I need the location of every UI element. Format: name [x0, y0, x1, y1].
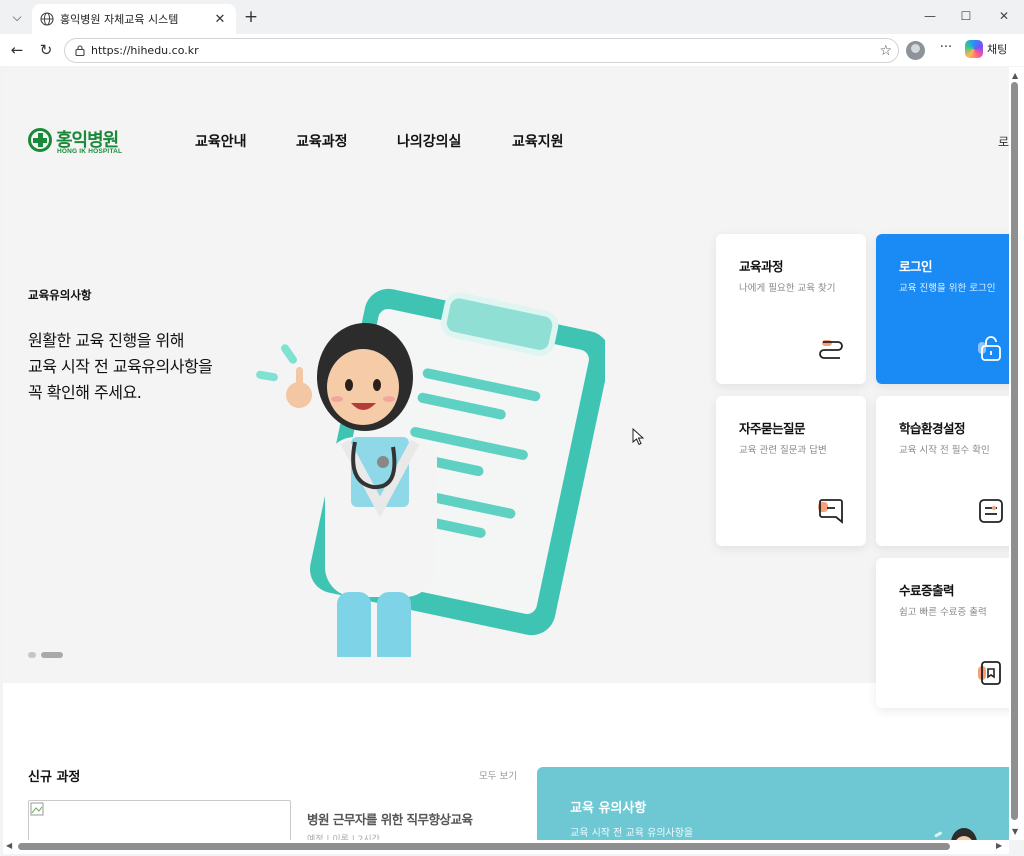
doctor-mini-illustration — [934, 828, 977, 840]
hospital-logo[interactable]: 홍익병원 HONG IK HOSPITAL — [28, 128, 130, 160]
hero-text-line: 꼭 확인해 주세요. — [28, 383, 142, 402]
nav-item-guide[interactable]: 교육안내 — [195, 131, 247, 151]
quick-card-certificate[interactable]: 수료증출력 쉽고 빠른 수료증 출력 — [876, 558, 1009, 708]
nav-item-login-truncated[interactable]: 로 — [998, 133, 1009, 150]
quick-card-title: 수료증출력 — [899, 583, 955, 598]
quick-card-title: 로그인 — [899, 259, 933, 274]
favorite-star-icon[interactable]: ☆ — [879, 43, 892, 59]
browser-toolbar: ← ↻ https://hihedu.co.kr ☆ ··· 채팅 — [0, 34, 1024, 66]
settings-icon — [979, 499, 1003, 523]
hero-kicker: 교육유의사항 — [28, 288, 92, 302]
web-page: 홍익병원 HONG IK HOSPITAL 교육안내 교육과정 나의강의실 교육… — [3, 67, 1009, 840]
globe-icon — [40, 12, 54, 26]
nav-item-support[interactable]: 교육지원 — [512, 131, 564, 151]
hero-text-line: 교육 시작 전 교육유의사항을 — [28, 357, 213, 376]
nav-item-courses[interactable]: 교육과정 — [296, 131, 348, 151]
quick-card-title: 교육과정 — [739, 259, 784, 274]
tab-title: 홍익병원 자체교육 시스템 — [60, 13, 179, 26]
quick-card-faq[interactable]: 자주묻는질문 교육 관련 질문과 답변 — [716, 396, 866, 546]
course-thumbnail[interactable] — [28, 800, 291, 840]
nav-item-my-classroom[interactable]: 나의강의실 — [397, 131, 461, 151]
logo-subtitle: HONG IK HOSPITAL — [57, 148, 123, 155]
course-icon — [819, 340, 843, 359]
scroll-up-arrow-icon[interactable]: ▲ — [1012, 71, 1018, 80]
quick-card-desc: 쉽고 빠른 수료증 출력 — [899, 607, 987, 618]
faq-icon — [818, 499, 843, 524]
browser-tab[interactable]: 홍익병원 자체교육 시스템 ✕ — [32, 4, 236, 34]
mouse-cursor-icon — [632, 428, 644, 446]
profile-avatar[interactable] — [906, 41, 925, 60]
quick-card-courses[interactable]: 교육과정 나에게 필요한 교육 찾기 — [716, 234, 866, 384]
scroll-right-arrow-icon[interactable]: ▶ — [996, 841, 1002, 850]
doctor-clipboard-illustration — [256, 288, 605, 657]
quick-card-title: 자주묻는질문 — [739, 421, 806, 436]
reload-icon[interactable]: ↻ — [35, 39, 57, 61]
quick-card-login[interactable]: 로그인 교육 진행을 위한 로그인 — [876, 234, 1009, 384]
broken-image-icon — [30, 802, 44, 816]
new-tab-plus-icon[interactable]: + — [240, 6, 262, 28]
new-courses-title: 신규 과정 — [28, 770, 81, 785]
tab-actions-chevron-icon[interactable]: ⌵ — [6, 6, 28, 28]
quick-card-desc: 교육 시작 전 필수 확인 — [899, 445, 990, 456]
address-bar[interactable]: https://hihedu.co.kr ☆ — [64, 38, 899, 63]
course-title[interactable]: 병원 근무자를 위한 직무향상교육 — [307, 809, 473, 828]
scroll-left-arrow-icon[interactable]: ◀ — [6, 841, 12, 850]
hero-text-line: 원활한 교육 진행을 위해 — [28, 331, 184, 350]
minimize-icon[interactable]: — — [916, 5, 944, 27]
quick-card-desc: 교육 진행을 위한 로그인 — [899, 283, 996, 294]
maximize-icon[interactable]: ☐ — [952, 5, 980, 27]
certificate-icon — [978, 661, 1001, 685]
quick-card-settings[interactable]: 학습환경설정 교육 시작 전 필수 확인 — [876, 396, 1009, 546]
slider-dot-active[interactable] — [41, 652, 63, 658]
close-tab-icon[interactable]: ✕ — [210, 9, 230, 29]
browser-tab-bar: ⌵ 홍익병원 자체교육 시스템 ✕ + — ☐ ✕ — [0, 0, 1024, 34]
view-all-link[interactable]: 모두 보기 — [479, 768, 517, 782]
quick-card-desc: 교육 관련 질문과 답변 — [739, 445, 827, 456]
copilot-label: 채팅 — [987, 43, 1008, 56]
more-menu-icon[interactable]: ··· — [936, 40, 956, 60]
cross-logo-icon — [28, 128, 52, 152]
back-arrow-icon[interactable]: ← — [6, 39, 28, 61]
course-meta: 예정 | 이론 | 2시간 — [307, 835, 380, 840]
lock-icon — [75, 45, 85, 56]
quick-card-title: 학습환경설정 — [899, 421, 966, 436]
login-icon — [978, 336, 1001, 361]
notice-desc: 교육 시작 전 교육 유의사항을 — [570, 828, 694, 839]
slider-dot[interactable] — [28, 652, 36, 658]
copilot-icon — [965, 40, 983, 58]
quick-card-desc: 나에게 필요한 교육 찾기 — [739, 283, 836, 294]
notice-banner[interactable]: 교육 유의사항 교육 시작 전 교육 유의사항을 — [537, 767, 1009, 840]
vertical-scroll-thumb[interactable] — [1011, 82, 1018, 820]
scroll-down-arrow-icon[interactable]: ▼ — [1012, 827, 1018, 836]
horizontal-scroll-thumb[interactable] — [18, 843, 950, 850]
notice-title: 교육 유의사항 — [570, 801, 647, 816]
copilot-chat-button[interactable]: 채팅 — [965, 40, 1007, 58]
url-text: https://hihedu.co.kr — [91, 44, 199, 57]
close-window-icon[interactable]: ✕ — [990, 5, 1018, 27]
